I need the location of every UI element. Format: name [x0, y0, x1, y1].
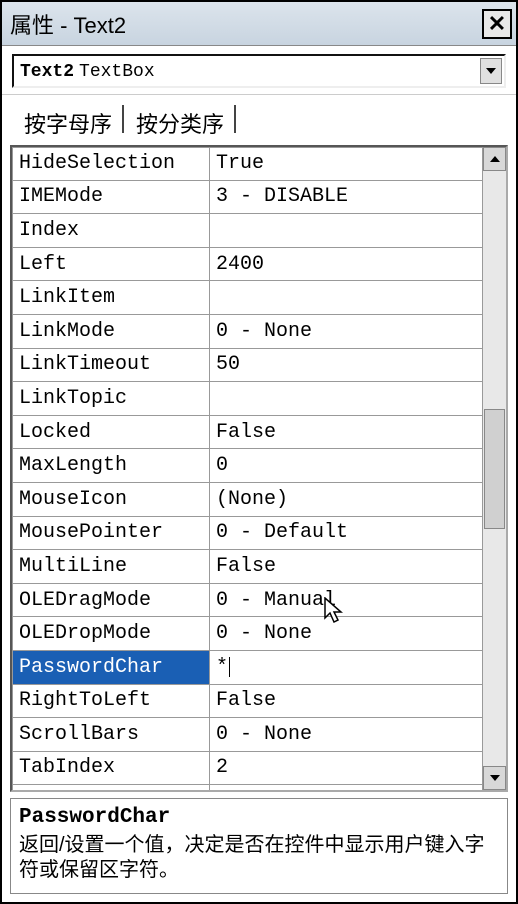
property-value-cell[interactable]: 0 - None [210, 718, 482, 751]
property-value-cell[interactable]: 0 - None [210, 315, 482, 348]
property-name-cell[interactable]: Index [12, 214, 210, 247]
tab-alphabetic[interactable]: 按字母序 [20, 105, 116, 141]
property-row[interactable]: Left2400 [12, 248, 482, 282]
property-value-cell[interactable]: True [210, 148, 482, 180]
property-name-cell[interactable]: ScrollBars [12, 718, 210, 751]
property-name-cell[interactable]: TabIndex [12, 752, 210, 785]
property-row[interactable]: ScrollBars0 - None [12, 718, 482, 752]
scroll-thumb[interactable] [484, 409, 505, 529]
vertical-scrollbar[interactable] [482, 147, 506, 790]
scroll-track[interactable] [483, 171, 506, 766]
property-row[interactable]: RightToLeftFalse [12, 685, 482, 719]
property-value-cell[interactable]: False [210, 550, 482, 583]
property-value-cell[interactable]: 0 - Default [210, 517, 482, 550]
property-name-cell[interactable]: MaxLength [12, 449, 210, 482]
sort-tabs: 按字母序 按分类序 [2, 95, 516, 141]
property-row[interactable]: PasswordChar* [12, 651, 482, 685]
property-row[interactable]: MultiLineFalse [12, 550, 482, 584]
window-title: 属性 - Text2 [10, 8, 126, 40]
object-selector-row: Text2 TextBox [2, 46, 516, 95]
property-row[interactable]: TabIndex2 [12, 752, 482, 786]
description-text: 返回/设置一个值，决定是否在控件中显示用户键入字符或保留区字符。 [19, 833, 499, 883]
property-name-cell[interactable]: LinkMode [12, 315, 210, 348]
property-value-cell[interactable] [210, 214, 482, 247]
property-row[interactable]: LinkTopic [12, 382, 482, 416]
description-title: PasswordChar [19, 805, 499, 831]
property-name-cell[interactable]: LinkTimeout [12, 349, 210, 382]
property-row[interactable]: MouseIcon(None) [12, 483, 482, 517]
property-value-cell[interactable]: 0 - None [210, 617, 482, 650]
property-name-cell[interactable]: LinkTopic [12, 382, 210, 415]
property-name-cell[interactable]: HideSelection [12, 148, 210, 180]
titlebar: 属性 - Text2 ✕ [2, 2, 516, 46]
close-button[interactable]: ✕ [482, 9, 512, 39]
property-row[interactable]: OLEDragMode0 - Manual [12, 584, 482, 618]
property-value-cell[interactable]: 50 [210, 349, 482, 382]
property-value-cell[interactable]: (None) [210, 483, 482, 516]
property-grid-wrap: HideSelectionTrueIMEMode3 - DISABLEIndex… [10, 145, 508, 792]
property-value-cell[interactable] [210, 281, 482, 314]
property-value-cell[interactable]: True [210, 785, 482, 789]
property-name-cell[interactable]: Left [12, 248, 210, 281]
property-value-cell[interactable]: False [210, 416, 482, 449]
property-value-cell[interactable]: 2400 [210, 248, 482, 281]
property-row[interactable]: Index [12, 214, 482, 248]
property-name-cell[interactable]: Locked [12, 416, 210, 449]
property-name-cell[interactable]: RightToLeft [12, 685, 210, 718]
text-caret [229, 657, 230, 677]
property-name-cell[interactable]: MouseIcon [12, 483, 210, 516]
property-row[interactable]: LinkItem [12, 281, 482, 315]
property-row[interactable]: LinkMode0 - None [12, 315, 482, 349]
tab-categorized[interactable]: 按分类序 [132, 105, 228, 141]
property-grid[interactable]: HideSelectionTrueIMEMode3 - DISABLEIndex… [12, 147, 482, 790]
object-selector-dropdown[interactable]: Text2 TextBox [12, 54, 506, 88]
property-value-cell[interactable] [210, 382, 482, 415]
property-value-cell[interactable]: 0 [210, 449, 482, 482]
scroll-down-button[interactable] [483, 766, 506, 790]
property-name-cell[interactable]: IMEMode [12, 181, 210, 214]
tab-separator [234, 105, 236, 133]
property-row[interactable]: IMEMode3 - DISABLE [12, 181, 482, 215]
properties-window: 属性 - Text2 ✕ Text2 TextBox 按字母序 按分类序 Hid… [2, 2, 516, 902]
property-value-cell[interactable]: 3 - DISABLE [210, 181, 482, 214]
close-icon: ✕ [488, 13, 506, 35]
dropdown-arrow-icon[interactable] [480, 58, 502, 84]
property-value-cell[interactable]: False [210, 685, 482, 718]
property-name-cell[interactable]: OLEDragMode [12, 584, 210, 617]
property-name-cell[interactable]: OLEDropMode [12, 617, 210, 650]
property-name-cell[interactable]: MultiLine [12, 550, 210, 583]
object-selector-text: Text2 TextBox [20, 60, 155, 82]
property-row[interactable]: OLEDropMode0 - None [12, 617, 482, 651]
property-name-cell[interactable]: MousePointer [12, 517, 210, 550]
property-row[interactable]: TabStopTrue [12, 785, 482, 789]
description-panel: PasswordChar 返回/设置一个值，决定是否在控件中显示用户键入字符或保… [10, 798, 508, 894]
property-name-cell[interactable]: PasswordChar [12, 651, 210, 684]
property-row[interactable]: HideSelectionTrue [12, 147, 482, 181]
property-name-cell[interactable]: LinkItem [12, 281, 210, 314]
property-row[interactable]: MaxLength0 [12, 449, 482, 483]
property-value-cell[interactable]: * [210, 651, 482, 684]
property-value-cell[interactable]: 2 [210, 752, 482, 785]
scroll-up-button[interactable] [483, 147, 506, 171]
property-name-cell[interactable]: TabStop [12, 785, 210, 789]
property-value-cell[interactable]: 0 - Manual [210, 584, 482, 617]
property-row[interactable]: MousePointer0 - Default [12, 517, 482, 551]
property-row[interactable]: LockedFalse [12, 416, 482, 450]
property-row[interactable]: LinkTimeout50 [12, 349, 482, 383]
tab-separator [122, 105, 124, 133]
